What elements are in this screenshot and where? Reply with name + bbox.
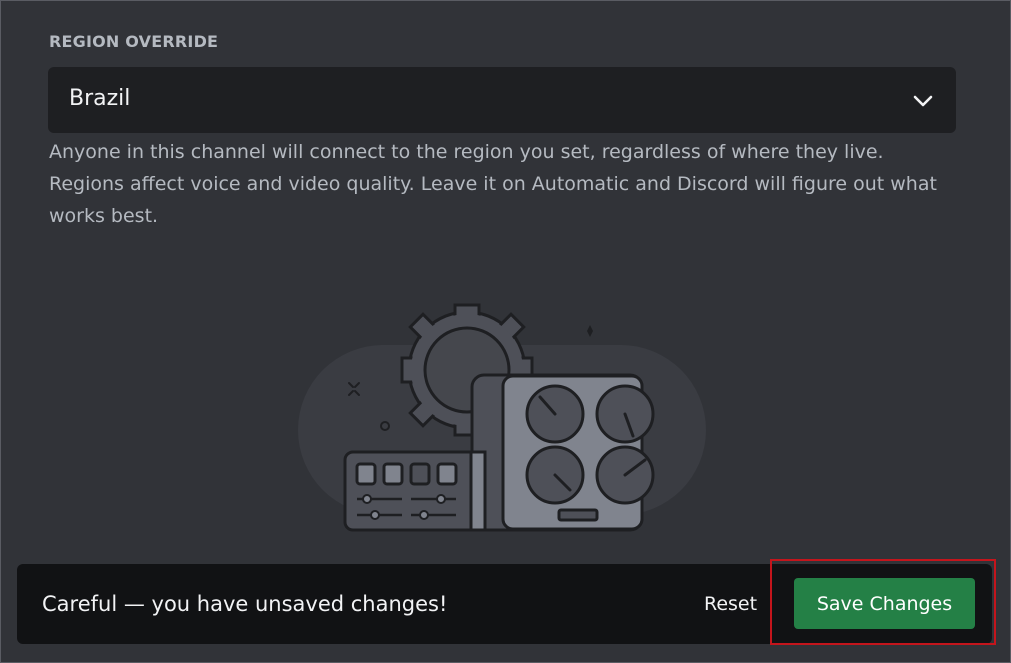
region-select-value: Brazil xyxy=(69,86,131,111)
voice-settings-illustration-icon xyxy=(298,303,706,532)
save-changes-button[interactable]: Save Changes xyxy=(794,578,975,629)
region-select[interactable]: Brazil xyxy=(48,67,956,133)
unsaved-changes-bar: Careful — you have unsaved changes! Rese… xyxy=(17,564,992,644)
region-override-label: REGION OVERRIDE xyxy=(49,32,219,51)
reset-button[interactable]: Reset xyxy=(704,593,757,615)
chevron-down-icon xyxy=(913,95,933,107)
region-helper-text: Anyone in this channel will connect to t… xyxy=(49,141,937,227)
unsaved-changes-message: Careful — you have unsaved changes! xyxy=(42,592,448,616)
